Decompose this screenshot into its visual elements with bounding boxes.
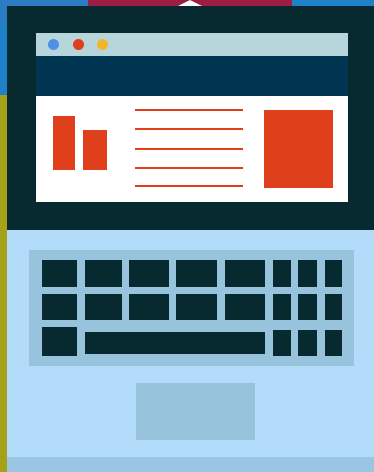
keyboard-key: [225, 260, 265, 287]
keyboard-key: [325, 294, 342, 320]
keyboard-key: [325, 330, 342, 356]
keyboard-key: [129, 260, 169, 287]
chart-bar-icon: [83, 130, 107, 170]
window-dot-yellow-icon: [97, 39, 108, 50]
keyboard-key: [273, 260, 291, 287]
keyboard-key: [273, 294, 291, 320]
chart-bar-icon: [53, 116, 75, 170]
text-line: [135, 167, 243, 169]
background-stripe: [0, 95, 7, 472]
keyboard-key: [273, 330, 291, 356]
keyboard-key: [85, 294, 122, 320]
laptop-base-edge: [7, 457, 374, 472]
spacebar-key: [85, 332, 265, 354]
keyboard-key: [325, 260, 342, 287]
window-dot-red-icon: [73, 39, 84, 50]
keyboard-key: [129, 294, 169, 320]
keyboard-key: [42, 260, 77, 287]
text-line: [135, 128, 243, 130]
keyboard-key: [298, 260, 317, 287]
text-line: [135, 185, 243, 187]
keyboard-key: [298, 330, 317, 356]
keyboard-key: [42, 294, 77, 320]
keyboard-key: [176, 260, 217, 287]
keyboard-key: [85, 260, 122, 287]
image-placeholder: [264, 110, 333, 188]
touchpad: [136, 383, 255, 440]
keyboard-key: [176, 294, 217, 320]
text-line: [135, 109, 243, 111]
text-line: [135, 148, 243, 150]
keyboard-key: [225, 294, 265, 320]
keyboard-key: [298, 294, 317, 320]
window-dot-blue-icon: [48, 39, 59, 50]
page-header-band: [36, 56, 348, 96]
keyboard-key: [42, 327, 77, 356]
